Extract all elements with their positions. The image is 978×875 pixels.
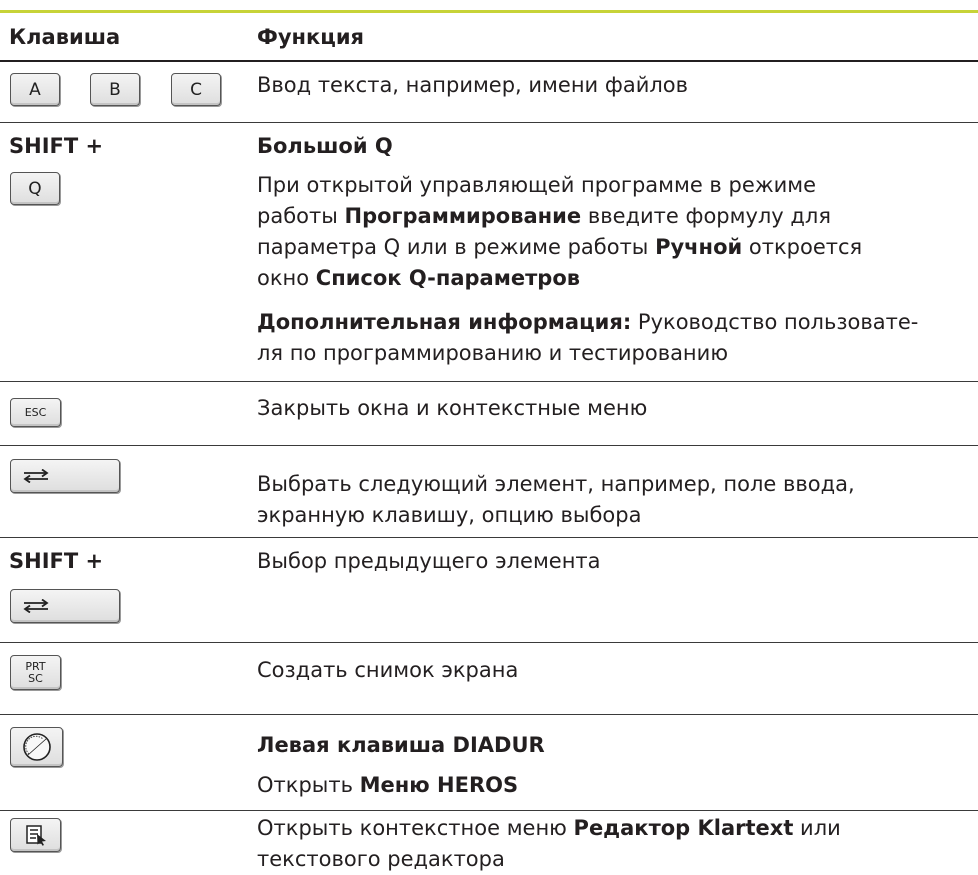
row-divider (0, 810, 978, 811)
header-divider (0, 60, 978, 62)
key-b: B (90, 73, 140, 106)
key-q: Q (10, 172, 60, 205)
row-text-shift-tab: Выбор предыдущего элемента (257, 549, 601, 573)
row-divider (0, 714, 978, 715)
row-text-q-line2: работы Программирование введите формулу … (257, 204, 831, 228)
row-text-q-line3: параметра Q или в режиме работы Ручной о… (257, 235, 863, 259)
row-info-line1: Дополнительная информация: Руководство п… (257, 310, 919, 334)
row-divider (0, 642, 978, 643)
row-divider (0, 445, 978, 446)
modifier-shift: SHIFT + (9, 134, 104, 158)
modifier-shift: SHIFT + (9, 549, 104, 573)
row-title-diadur: Левая клавиша DIADUR (257, 733, 545, 757)
row-text-prtsc: Создать снимок экрана (257, 658, 519, 682)
top-accent-line (0, 10, 978, 13)
tab-arrows-icon (23, 469, 49, 483)
row-info-line2: ля по программированию и тестированию (257, 341, 728, 365)
key-c: C (171, 73, 221, 106)
tab-arrows-icon (23, 599, 49, 613)
table-header: Клавиша Функция (0, 14, 978, 60)
column-header-key: Клавиша (9, 25, 121, 49)
row-text-input: Ввод текста, например, имени файлов (257, 73, 688, 97)
key-diadur (10, 727, 63, 767)
row-divider (0, 381, 978, 382)
row-text-tab-line2: экранную клавишу, опцию выбора (257, 503, 642, 527)
row-text-context-line1: Открыть контекстное меню Редактор Klarte… (257, 816, 841, 840)
key-tab-shift (10, 589, 120, 623)
row-text-tab-line1: Выбрать следующий элемент, например, пол… (257, 472, 855, 496)
row-text-heros: Открыть Меню HEROS (257, 773, 519, 797)
key-tab (10, 459, 120, 493)
diadur-icon (22, 733, 51, 761)
row-title-big-q: Большой Q (257, 134, 393, 158)
key-context-menu (10, 818, 61, 852)
key-print-screen: PRT SC (10, 655, 61, 690)
row-divider (0, 122, 978, 123)
key-a: A (10, 73, 60, 106)
row-text-q-line4: окно Список Q-параметров (257, 266, 581, 290)
context-menu-icon (25, 825, 46, 846)
row-text-q-line1: При открытой управляющей программе в реж… (257, 173, 817, 197)
row-divider (0, 537, 978, 538)
row-text-context-line2: текстового редактора (257, 847, 505, 871)
column-header-function: Функция (257, 25, 365, 49)
key-esc: ESC (10, 398, 61, 427)
row-text-esc: Закрыть окна и контекстные меню (257, 396, 648, 420)
